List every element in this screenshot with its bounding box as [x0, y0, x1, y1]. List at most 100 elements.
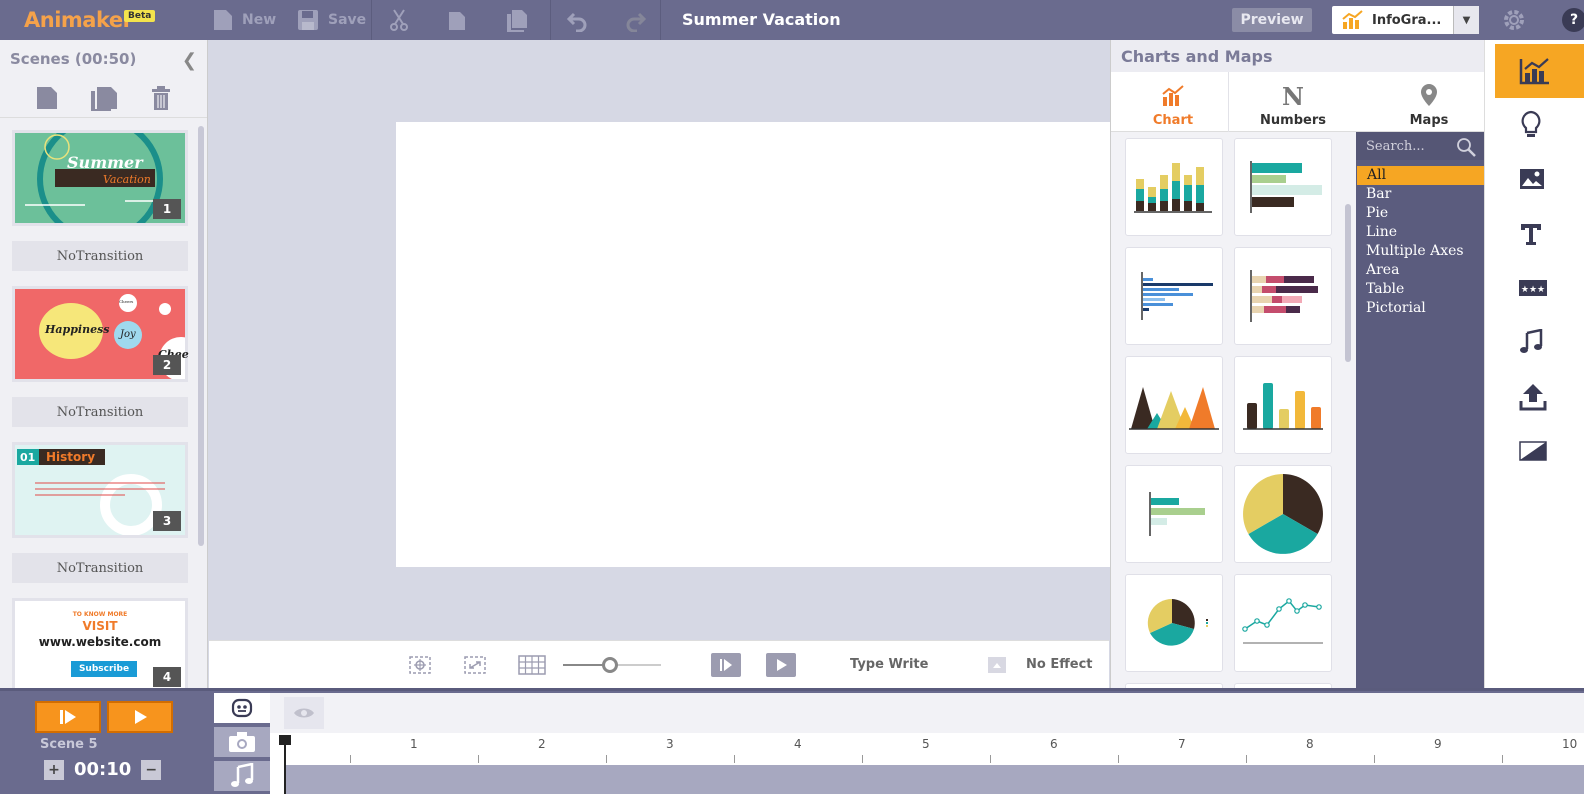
ruler-tick — [862, 755, 863, 763]
collapse-icon[interactable]: ❮ — [182, 50, 197, 71]
copy-button[interactable] — [446, 8, 468, 32]
fit-screen-icon[interactable] — [463, 655, 487, 675]
template-select-value: InfoGra... — [1372, 12, 1442, 28]
play-scene-button[interactable] — [711, 653, 741, 677]
visibility-toggle[interactable] — [284, 697, 324, 729]
timeline-ruler[interactable]: 1 2 3 4 5 6 7 8 9 10 — [270, 733, 1584, 765]
scene-thumbnail-4[interactable]: TO KNOW MORE VISIT www.website.com Subsc… — [12, 598, 188, 688]
category-item-table[interactable]: Table — [1356, 280, 1484, 299]
chevron-down-icon[interactable]: ▼ — [1453, 6, 1479, 34]
charts-tabs: Chart N Numbers Maps — [1111, 72, 1484, 132]
add-scene-icon[interactable] — [35, 85, 59, 111]
timeline-tab-camera[interactable] — [214, 727, 270, 757]
category-item-line[interactable]: Line — [1356, 223, 1484, 242]
paste-button[interactable] — [505, 8, 529, 32]
chart-tile-rounded-bar[interactable] — [1234, 356, 1332, 454]
rail-effects[interactable]: ★★★ — [1495, 261, 1584, 315]
play-timeline-button[interactable] — [107, 701, 173, 733]
rail-props[interactable] — [1495, 98, 1584, 152]
settings-button[interactable] — [1502, 8, 1526, 36]
tab-chart[interactable]: Chart — [1115, 72, 1231, 132]
tab-maps[interactable]: Maps — [1371, 72, 1484, 132]
no-effect-label[interactable]: No Effect — [1026, 657, 1093, 672]
category-item-pie[interactable]: Pie — [1356, 204, 1484, 223]
transition-select-3[interactable]: NoTransition — [12, 553, 188, 583]
category-item-all[interactable]: All — [1357, 166, 1484, 185]
effect-label[interactable]: Type Write — [850, 657, 928, 672]
scene-4-url: www.website.com — [38, 635, 162, 649]
decrease-duration-button[interactable]: − — [141, 759, 162, 780]
scenes-header: Scenes (00:50) ❮ — [0, 40, 207, 78]
timeline-tab-character[interactable] — [214, 693, 270, 723]
play-from-start-button[interactable] — [35, 701, 101, 733]
chart-grid-scrollbar[interactable] — [1345, 204, 1351, 362]
help-button[interactable]: ? — [1562, 8, 1584, 32]
increase-duration-button[interactable]: + — [44, 759, 64, 780]
scene-thumbnail-2[interactable]: Happiness Joy Chee Cheers 2 — [12, 286, 189, 382]
effect-up-icon[interactable] — [988, 657, 1006, 673]
document-title[interactable]: Summer Vacation — [682, 10, 841, 29]
chart-tile-mini-horizontal[interactable] — [1125, 465, 1223, 563]
chart-templates-grid — [1111, 132, 1356, 688]
rail-background[interactable] — [1495, 424, 1584, 478]
timeline-tab-music[interactable] — [214, 761, 270, 791]
canvas-stage[interactable] — [396, 122, 1116, 567]
scene-thumbnail-1[interactable]: Summer Vacation 1 — [12, 130, 188, 226]
rail-music[interactable] — [1495, 315, 1584, 369]
horizontal-bar-chart-icon — [1250, 161, 1322, 213]
search-icon[interactable] — [1455, 137, 1477, 157]
chart-tile-pie[interactable] — [1234, 465, 1332, 563]
rail-upload[interactable] — [1495, 370, 1584, 424]
center-icon[interactable] — [408, 655, 432, 675]
category-item-area[interactable]: Area — [1356, 261, 1484, 280]
play-button[interactable] — [766, 653, 796, 677]
scene-2-word-cheers: Cheers — [119, 299, 134, 304]
ruler-tick-label: 8 — [1306, 737, 1314, 751]
new-button[interactable]: New — [212, 8, 276, 32]
toolbar-divider — [371, 0, 372, 40]
playhead[interactable] — [284, 735, 286, 794]
zoom-slider-knob[interactable] — [602, 657, 618, 673]
category-item-bar[interactable]: Bar — [1356, 185, 1484, 204]
chart-tile-triangle[interactable] — [1125, 356, 1223, 454]
duplicate-scene-icon[interactable] — [89, 85, 119, 111]
rail-charts[interactable] — [1495, 44, 1584, 98]
transition-select-2[interactable]: NoTransition — [12, 397, 188, 427]
chart-search-input[interactable]: Search... — [1356, 132, 1484, 160]
beta-badge: Beta — [124, 10, 156, 22]
charts-panel-title: Charts and Maps — [1111, 40, 1484, 72]
background-icon — [1519, 441, 1547, 461]
ruler-tick-label: 9 — [1434, 737, 1442, 751]
chart-tile-blue-bars[interactable] — [1125, 247, 1223, 345]
app-logo[interactable]: Animaker — [24, 8, 133, 32]
tab-numbers[interactable]: N Numbers — [1235, 72, 1351, 132]
trash-icon[interactable] — [150, 85, 172, 111]
preview-button[interactable]: Preview — [1232, 8, 1312, 32]
ruler-tick — [606, 755, 607, 763]
save-button[interactable]: Save — [296, 8, 366, 32]
rail-images[interactable] — [1495, 152, 1584, 206]
chart-tile-stacked-bar[interactable] — [1125, 138, 1223, 236]
timeline-track[interactable] — [286, 765, 1584, 794]
scene-duration-value[interactable]: 00:10 — [74, 759, 131, 780]
undo-button[interactable] — [566, 8, 588, 32]
transition-select-1[interactable]: NoTransition — [12, 241, 188, 271]
chart-tile-small-pie[interactable] — [1125, 574, 1223, 672]
tab-chart-label: Chart — [1152, 113, 1194, 128]
scenes-scrollbar[interactable] — [198, 126, 204, 546]
chart-tile-stacked-horizontal[interactable] — [1234, 247, 1332, 345]
chart-tile-horizontal-bar[interactable] — [1234, 138, 1332, 236]
category-item-multiple-axes[interactable]: Multiple Axes — [1356, 242, 1484, 261]
category-item-pictorial[interactable]: Pictorial — [1356, 299, 1484, 318]
redo-button[interactable] — [625, 8, 647, 32]
cut-button[interactable] — [388, 8, 410, 32]
rail-text[interactable] — [1495, 207, 1584, 261]
timeline-panel: Scene 5 + 00:10 − 1 2 3 4 5 6 7 8 9 10 — [0, 688, 1584, 794]
scene-thumbnail-3[interactable]: 01 History 3 — [12, 442, 188, 538]
ruler-tick-label: 2 — [538, 737, 546, 751]
template-select[interactable]: InfoGra... ▼ — [1332, 6, 1479, 34]
grid-icon[interactable] — [518, 655, 546, 675]
toolbar-divider — [550, 0, 551, 40]
chart-tile-line[interactable] — [1234, 574, 1332, 672]
numbers-icon: N — [1282, 82, 1304, 111]
